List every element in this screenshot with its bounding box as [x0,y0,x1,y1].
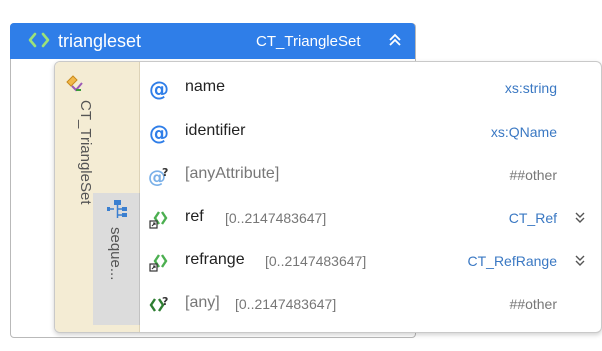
complex-type-sidebar: CT_TriangleSet seque... [55,62,140,332]
any-element-icon: ? [149,295,168,312]
element-type: CT_TriangleSet [256,33,361,50]
collapse-icon[interactable] [388,32,402,48]
row-name: [any] [185,294,220,311]
row-name: name [185,78,226,95]
row-name: identifier [185,122,246,139]
any-attribute-row[interactable]: @ ? [anyAttribute] ##other [139,157,601,193]
any-element-row[interactable]: ? [any] [0..2147483647] ##other [139,286,601,322]
element-row-refrange[interactable]: refrange [0..2147483647] CT_RefRange [139,243,601,279]
sequence-label: seque... [107,227,124,281]
sequence-box[interactable]: seque... [93,193,140,325]
svg-text:@: @ [149,78,169,100]
row-type[interactable]: CT_Ref [509,210,557,226]
row-occurs: [0..2147483647] [225,210,327,226]
element-row-ref[interactable]: ref [0..2147483647] CT_Ref [139,200,601,236]
complex-type-icon [66,75,83,92]
svg-text:@: @ [149,122,169,144]
expand-icon[interactable] [573,254,587,268]
row-name: [anyAttribute] [185,165,280,182]
complex-type-label: CT_TriangleSet [77,100,94,205]
row-occurs: [0..2147483647] [235,296,337,312]
element-ref-icon [149,211,168,229]
element-ref-icon [149,254,168,272]
element-header[interactable]: triangleset CT_TriangleSet [10,23,415,59]
attribute-row-name[interactable]: @ name xs:string [139,70,601,106]
at-question-icon: @ ? [148,166,168,187]
attribute-row-identifier[interactable]: @ identifier xs:QName [139,114,601,150]
expand-icon[interactable] [573,211,587,225]
complex-type-panel: CT_TriangleSet seque... @ name xs:string… [54,61,602,333]
row-type[interactable]: xs:QName [491,124,557,140]
row-name: ref [185,208,204,225]
sequence-icon [107,200,127,218]
row-type[interactable]: CT_RefRange [468,253,558,269]
at-icon: @ [149,122,169,144]
element-name: triangleset [58,31,142,51]
svg-text:?: ? [162,295,168,308]
at-icon: @ [149,78,169,100]
row-name: refrange [185,251,245,268]
row-type: ##other [509,296,557,312]
row-occurs: [0..2147483647] [265,253,367,269]
row-type: ##other [509,167,557,183]
element-icon [28,32,50,48]
row-type[interactable]: xs:string [505,80,557,96]
svg-text:?: ? [162,166,168,179]
